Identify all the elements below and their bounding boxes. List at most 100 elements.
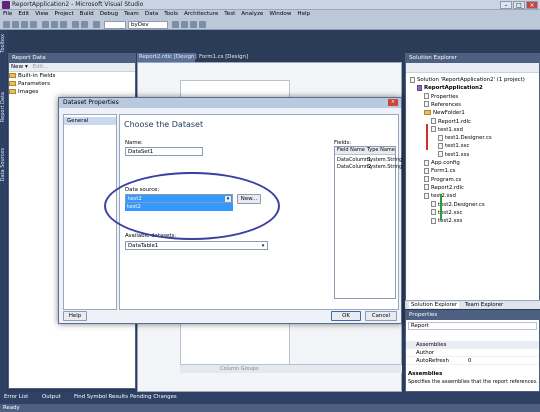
properties-object-combo[interactable]: Report <box>408 322 537 330</box>
tab-pending-changes[interactable]: Pending Changes <box>130 393 177 402</box>
solution-explorer-title: Solution Explorer <box>406 54 539 63</box>
menu-project[interactable]: Project <box>52 10 77 19</box>
solution-tree-item-label: App.config <box>431 160 460 166</box>
find-icon[interactable] <box>172 21 179 28</box>
tree-item-parameters[interactable]: Parameters <box>9 80 135 88</box>
available-datasets-combo[interactable]: DataTable1 ▾ <box>125 241 268 250</box>
open-icon[interactable] <box>12 21 19 28</box>
solution-tree-item[interactable]: NewFolder1 <box>424 109 465 117</box>
menu-architecture[interactable]: Architecture <box>181 10 221 19</box>
solution-tree-item[interactable]: References <box>424 101 461 109</box>
data-sources-tab[interactable]: Data Sources <box>0 148 6 181</box>
visual-studio-icon <box>2 1 10 9</box>
start-debug-icon[interactable] <box>93 21 100 28</box>
available-datasets-value: DataTable1 <box>128 243 159 249</box>
menu-window[interactable]: Window <box>266 10 294 19</box>
new-project-icon[interactable] <box>3 21 10 28</box>
maximize-button[interactable]: □ <box>513 1 525 9</box>
property-row-author[interactable]: Author <box>406 349 539 357</box>
solution-tree-item[interactable]: Program.cs <box>424 176 461 184</box>
toolbox-tab[interactable]: Toolbox <box>0 34 6 53</box>
solution-tree-item[interactable]: test2.xss <box>431 217 462 225</box>
properties-icon[interactable] <box>190 21 197 28</box>
nav-item-general[interactable]: General <box>64 117 116 125</box>
tab-form1-design[interactable]: Form1.cs [Design] <box>197 53 249 62</box>
solution-tree-item[interactable]: test2.xsc <box>431 209 462 217</box>
menu-file[interactable]: File <box>0 10 15 19</box>
solution-tree-item[interactable]: Report1.rdlc <box>431 118 471 126</box>
minimize-button[interactable]: – <box>500 1 512 9</box>
file-icon <box>424 167 429 174</box>
dataset-name-input[interactable]: DataSet1 <box>125 147 203 156</box>
file-icon <box>431 201 436 207</box>
menu-edit[interactable]: Edit <box>15 10 32 19</box>
solution-explorer-tabs: Solution Explorer Team Explorer <box>405 300 540 309</box>
find-combo[interactable]: byDev <box>128 20 168 29</box>
cancel-button[interactable]: Cancel <box>365 311 397 321</box>
menu-view[interactable]: View <box>32 10 51 19</box>
menu-analyze[interactable]: Analyze <box>238 10 266 19</box>
folder-icon <box>9 89 16 94</box>
solution-explorer-icon[interactable] <box>181 21 188 28</box>
menu-debug[interactable]: Debug <box>97 10 121 19</box>
tab-output[interactable]: Output <box>42 393 61 402</box>
solution-config-combo[interactable] <box>104 20 126 29</box>
tab-team-explorer[interactable]: Team Explorer <box>465 302 503 308</box>
menu-help[interactable]: Help <box>294 10 313 19</box>
property-row-autorefresh[interactable]: AutoRefresh 0 <box>406 357 539 365</box>
property-value: 0 <box>468 358 472 364</box>
chevron-down-icon[interactable]: ▾ <box>260 243 266 249</box>
solution-tree-item[interactable]: test1.Designer.cs <box>438 134 492 142</box>
menu-team[interactable]: Team <box>121 10 142 19</box>
tab-report2-design[interactable]: Report2.rdlc [Design] <box>137 53 197 62</box>
solution-tree-item[interactable]: test1.xss <box>438 151 469 159</box>
tree-item-built-in-fields[interactable]: Built-in Fields <box>9 72 135 80</box>
report-data-toolbar: New ▾ Edit... <box>9 63 135 72</box>
new-menu-button[interactable]: New ▾ <box>11 64 28 70</box>
help-button[interactable]: Help <box>63 311 87 321</box>
file-icon <box>431 126 436 133</box>
properties-panel: Properties Report Assemblies Author Auto… <box>405 310 540 392</box>
solution-tree-item[interactable]: Form1.cs <box>424 167 456 175</box>
redo-icon[interactable] <box>81 21 88 28</box>
save-icon[interactable] <box>21 21 28 28</box>
solution-tree-item-label: Program.cs <box>431 176 462 183</box>
solution-icon <box>410 76 415 83</box>
tab-find-symbol-results[interactable]: Find Symbol Results <box>74 393 128 402</box>
solution-tree-item-label: test1.xsc <box>445 143 470 150</box>
close-button[interactable]: × <box>526 1 538 9</box>
toolbox-icon[interactable] <box>199 21 206 28</box>
menu-build[interactable]: Build <box>77 10 97 19</box>
solution-tree-item[interactable]: Properties <box>424 93 458 101</box>
solution-tree-item[interactable]: ReportApplication2 <box>417 84 483 92</box>
ok-button[interactable]: OK <box>331 311 361 321</box>
dialog-title: Dataset Properties <box>59 98 401 108</box>
file-icon <box>438 134 443 141</box>
menu-tools[interactable]: Tools <box>161 10 181 19</box>
solution-tree-item[interactable]: test1.xsc <box>438 142 469 150</box>
menu-test[interactable]: Test <box>221 10 238 19</box>
dialog-close-button[interactable]: × <box>388 99 398 106</box>
solution-tree-item[interactable]: Solution 'ReportApplication2' (1 project… <box>410 76 525 84</box>
solution-tree-item[interactable]: Report2.rdlc <box>424 184 464 192</box>
copy-icon[interactable] <box>51 21 58 28</box>
solution-tree-item-label: Form1.cs <box>431 168 456 175</box>
file-icon <box>424 159 429 166</box>
tree-item-images[interactable]: Images <box>9 88 135 96</box>
properties-title: Properties <box>406 311 539 320</box>
solution-tree-item[interactable]: App.config <box>424 159 460 167</box>
menu-data[interactable]: Data <box>142 10 161 19</box>
save-all-icon[interactable] <box>30 21 37 28</box>
tab-solution-explorer[interactable]: Solution Explorer <box>409 302 460 308</box>
column-header-field-name: Field Name <box>337 147 365 153</box>
solution-tree-item[interactable]: test1.xsd <box>431 126 463 134</box>
cut-icon[interactable] <box>42 21 49 28</box>
edit-button[interactable]: Edit... <box>33 64 49 70</box>
window-buttons: – □ × <box>499 1 538 9</box>
tab-error-list[interactable]: Error List <box>4 393 28 402</box>
solution-tree-item-label: Report1.rdlc <box>438 118 472 125</box>
undo-icon[interactable] <box>72 21 79 28</box>
report-data-tab[interactable]: Report Data <box>0 92 6 122</box>
paste-icon[interactable] <box>60 21 67 28</box>
property-row-assemblies[interactable]: Assemblies <box>406 341 539 349</box>
